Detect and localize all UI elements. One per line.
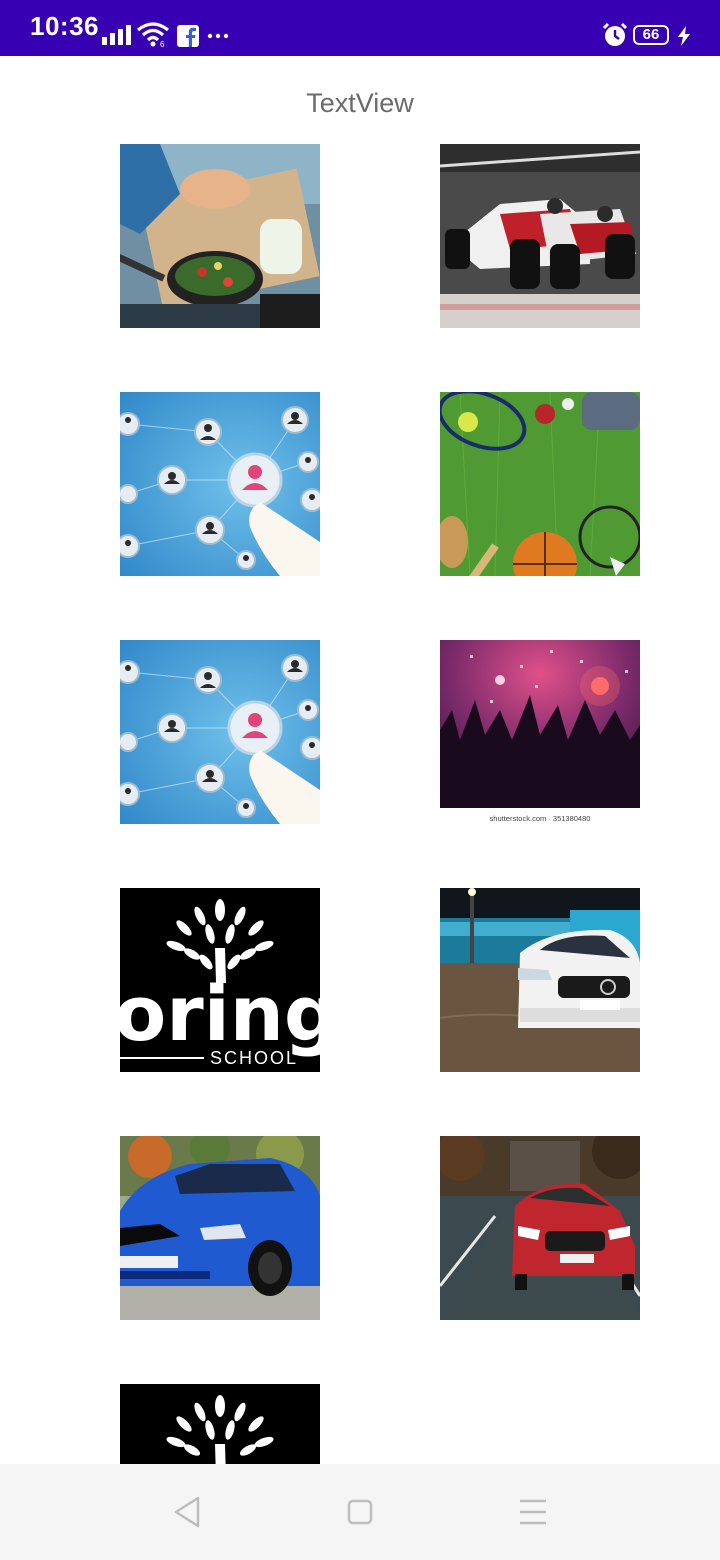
navigation-bar: [0, 1464, 720, 1560]
blue-bmw-image[interactable]: [120, 1136, 320, 1320]
school-logo-image[interactable]: oring SCHOOL: [120, 888, 320, 1072]
white-volvo-image[interactable]: [440, 888, 640, 1072]
shutterstock-caption: shutterstock.com · 351380480: [490, 814, 591, 823]
page-title: TextView: [306, 88, 414, 118]
more-notifications-icon: [207, 33, 229, 39]
school-logo-image[interactable]: [120, 1384, 320, 1464]
charging-icon: [678, 26, 690, 46]
status-bar: 10:36 6 66: [0, 0, 720, 56]
wifi-icon: 6: [137, 22, 169, 48]
sports-equipment-image[interactable]: [440, 392, 640, 576]
cooking-image[interactable]: [120, 144, 320, 328]
home-button[interactable]: [344, 1490, 378, 1534]
status-time: 10:36: [30, 11, 99, 41]
menu-button[interactable]: [516, 1490, 550, 1534]
social-network-image[interactable]: [120, 392, 320, 576]
back-button[interactable]: [170, 1490, 204, 1534]
svg-text:6: 6: [160, 40, 165, 48]
formula-e-racing-image[interactable]: [440, 144, 640, 328]
concert-crowd-image[interactable]: shutterstock.com · 351380480: [440, 640, 640, 824]
logo-subtext: SCHOOL: [210, 1048, 298, 1068]
battery-icon: 66: [633, 25, 669, 45]
red-volvo-image[interactable]: [440, 1136, 640, 1320]
facebook-icon: [177, 25, 199, 47]
social-network-image[interactable]: [120, 640, 320, 824]
image-grid[interactable]: shutterstock.com · 351380480 oring SCHOO…: [0, 144, 720, 1464]
signal-icon: [102, 25, 131, 45]
alarm-icon: [602, 22, 628, 46]
logo-text: oring: [120, 969, 320, 1058]
